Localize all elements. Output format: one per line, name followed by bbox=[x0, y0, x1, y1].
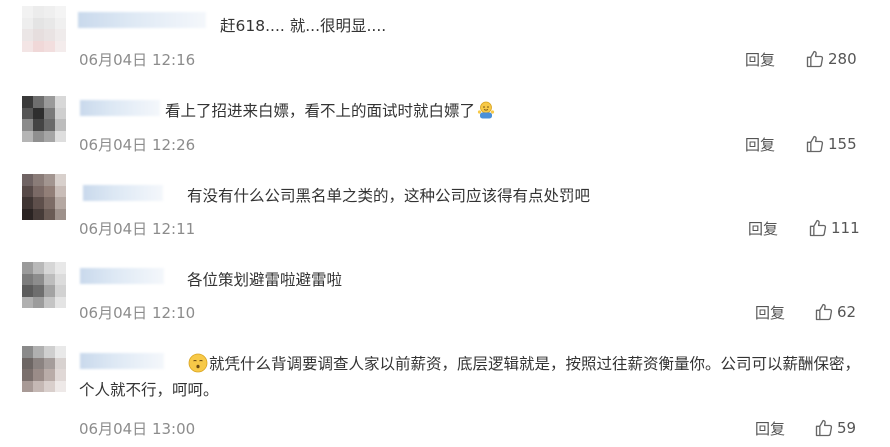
thumbs-up-icon bbox=[806, 135, 824, 153]
username[interactable] bbox=[80, 100, 160, 116]
avatar[interactable] bbox=[22, 262, 66, 308]
reply-button[interactable]: 回复 bbox=[755, 302, 785, 323]
like-button[interactable]: 280 bbox=[805, 49, 857, 69]
comment-text: 看上了招进来白嫖，看不上的面试时就白嫖了 bbox=[165, 98, 497, 124]
comment-text: 有没有什么公司黑名单之类的，这种公司应该得有点处罚吧 bbox=[187, 187, 591, 205]
username[interactable] bbox=[83, 185, 163, 201]
like-count: 155 bbox=[828, 135, 857, 153]
like-button[interactable]: 111 bbox=[808, 218, 860, 238]
comment-text: 赶618.... 就...很明显.... bbox=[220, 17, 387, 35]
comment-time: 06月04日 12:16 bbox=[79, 51, 196, 69]
comment-time: 06月04日 12:11 bbox=[79, 220, 196, 238]
comment-time: 06月04日 12:26 bbox=[79, 136, 196, 154]
comment-text: 就凭什么背调要调查人家以前薪资，底层逻辑就是，按照过往薪资衡量你。公司可以薪酬保… bbox=[79, 353, 861, 399]
reply-button[interactable]: 回复 bbox=[748, 218, 778, 239]
like-button[interactable]: 155 bbox=[805, 134, 857, 154]
thumbs-up-icon bbox=[815, 419, 833, 437]
thumbs-up-icon bbox=[809, 219, 827, 237]
comment-time: 06月04日 12:10 bbox=[79, 304, 196, 322]
username[interactable] bbox=[78, 12, 206, 28]
like-button[interactable]: 59 bbox=[814, 418, 856, 438]
like-button[interactable]: 62 bbox=[814, 302, 856, 322]
username[interactable] bbox=[80, 268, 164, 284]
avatar[interactable] bbox=[22, 6, 66, 52]
thumbs-up-icon bbox=[815, 303, 833, 321]
like-count: 280 bbox=[828, 50, 857, 68]
comment-text: 各位策划避雷啦避雷啦 bbox=[187, 271, 343, 289]
reply-button[interactable]: 回复 bbox=[745, 49, 775, 70]
thumbs-up-icon bbox=[806, 50, 824, 68]
doubt-face-emoji bbox=[188, 353, 208, 373]
shrug-emoji bbox=[477, 101, 495, 119]
avatar[interactable] bbox=[22, 96, 66, 142]
like-count: 62 bbox=[837, 303, 857, 321]
like-count: 59 bbox=[837, 419, 857, 437]
avatar[interactable] bbox=[22, 174, 66, 220]
reply-button[interactable]: 回复 bbox=[755, 418, 785, 439]
reply-button[interactable]: 回复 bbox=[745, 134, 775, 155]
avatar[interactable] bbox=[22, 346, 66, 392]
comment-time: 06月04日 13:00 bbox=[79, 420, 196, 438]
like-count: 111 bbox=[831, 219, 860, 237]
